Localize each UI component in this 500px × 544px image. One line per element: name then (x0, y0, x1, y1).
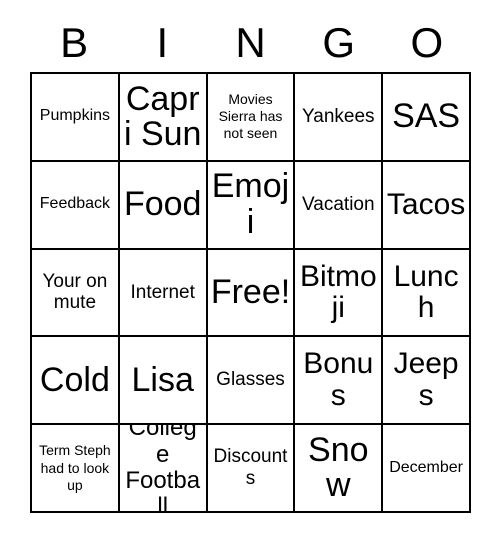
bingo-cell-label: Pumpkins (39, 107, 111, 125)
bingo-cell[interactable]: Food (119, 161, 208, 250)
bingo-cell[interactable]: College Football (119, 425, 208, 513)
bingo-cell[interactable]: SAS (383, 74, 471, 162)
bingo-cell[interactable]: Capri Sun (119, 74, 208, 162)
bingo-cell-label: Food (123, 185, 202, 224)
bingo-cell-label: Tacos (386, 187, 466, 221)
header-letter-b: B (60, 19, 89, 66)
bingo-cell[interactable]: Discounts (207, 425, 296, 513)
bingo-cell-label: College Football (125, 425, 201, 513)
header-letter-i: I (156, 19, 169, 66)
bingo-cell[interactable]: Cold (32, 337, 120, 426)
bingo-cell[interactable]: Jeeps (383, 337, 471, 426)
bingo-cell-label: Your on mute (42, 270, 108, 314)
bingo-cell[interactable]: Lunch (383, 249, 471, 338)
bingo-cell-label: Jeeps (393, 347, 459, 413)
bingo-cell[interactable]: Lisa (119, 337, 208, 426)
bingo-cell[interactable]: Vacation (295, 161, 384, 250)
header-letter-n: N (235, 19, 266, 66)
bingo-cell-free[interactable]: Free! (207, 249, 296, 338)
bingo-cell-label: Discounts (213, 446, 288, 490)
bingo-cell-label: Bonus (303, 347, 374, 413)
bingo-card: B I N G O Pumpkins Capri Sun Movies Sier… (0, 0, 500, 544)
bingo-cell-label: Capri Sun (123, 79, 202, 153)
bingo-cell-label: Free! (210, 272, 291, 311)
bingo-cell-label: Snow (308, 430, 369, 505)
bingo-cell[interactable]: December (383, 425, 471, 513)
header-letter-o: O (410, 19, 444, 66)
bingo-cell-label: Movies Sierra has not seen (218, 91, 283, 142)
header-letter-g: G (322, 19, 356, 66)
bingo-cell[interactable]: Tacos (383, 161, 471, 250)
bingo-cell-label: Emoji (211, 167, 290, 241)
bingo-cell-label: Internet (130, 281, 195, 303)
bingo-grid: Pumpkins Capri Sun Movies Sierra has not… (30, 72, 471, 513)
bingo-cell-label: Cold (39, 360, 110, 399)
bingo-cell[interactable]: Emoji (207, 161, 296, 250)
bingo-cell[interactable]: Pumpkins (32, 74, 120, 162)
bingo-cell-label: Yankees (302, 106, 375, 128)
bingo-cell-label: Term Steph had to look up (39, 442, 111, 493)
bingo-cell[interactable]: Term Steph had to look up (32, 425, 120, 513)
bingo-cell-label: Feedback (39, 195, 111, 213)
bingo-cell[interactable]: Feedback (32, 161, 120, 250)
bingo-cell-label: December (389, 458, 463, 476)
bingo-cell[interactable]: Glasses (207, 337, 296, 426)
bingo-cell-label: Vacation (302, 193, 375, 215)
bingo-cell[interactable]: Yankees (295, 74, 384, 162)
bingo-cell[interactable]: Internet (119, 249, 208, 338)
bingo-cell[interactable]: Bitmoji (295, 249, 384, 338)
bingo-cell-label: Bitmoji (299, 259, 377, 325)
bingo-cell-label: Glasses (216, 369, 285, 391)
bingo-cell-label: SAS (392, 97, 461, 136)
bingo-cell[interactable]: Bonus (295, 337, 384, 426)
bingo-header-row: B I N G O (30, 14, 471, 72)
bingo-cell[interactable]: Your on mute (32, 249, 120, 338)
bingo-cell-label: Lunch (393, 259, 459, 325)
bingo-cell[interactable]: Snow (295, 425, 384, 513)
bingo-cell-label: Lisa (131, 360, 194, 399)
bingo-cell[interactable]: Movies Sierra has not seen (207, 74, 296, 162)
